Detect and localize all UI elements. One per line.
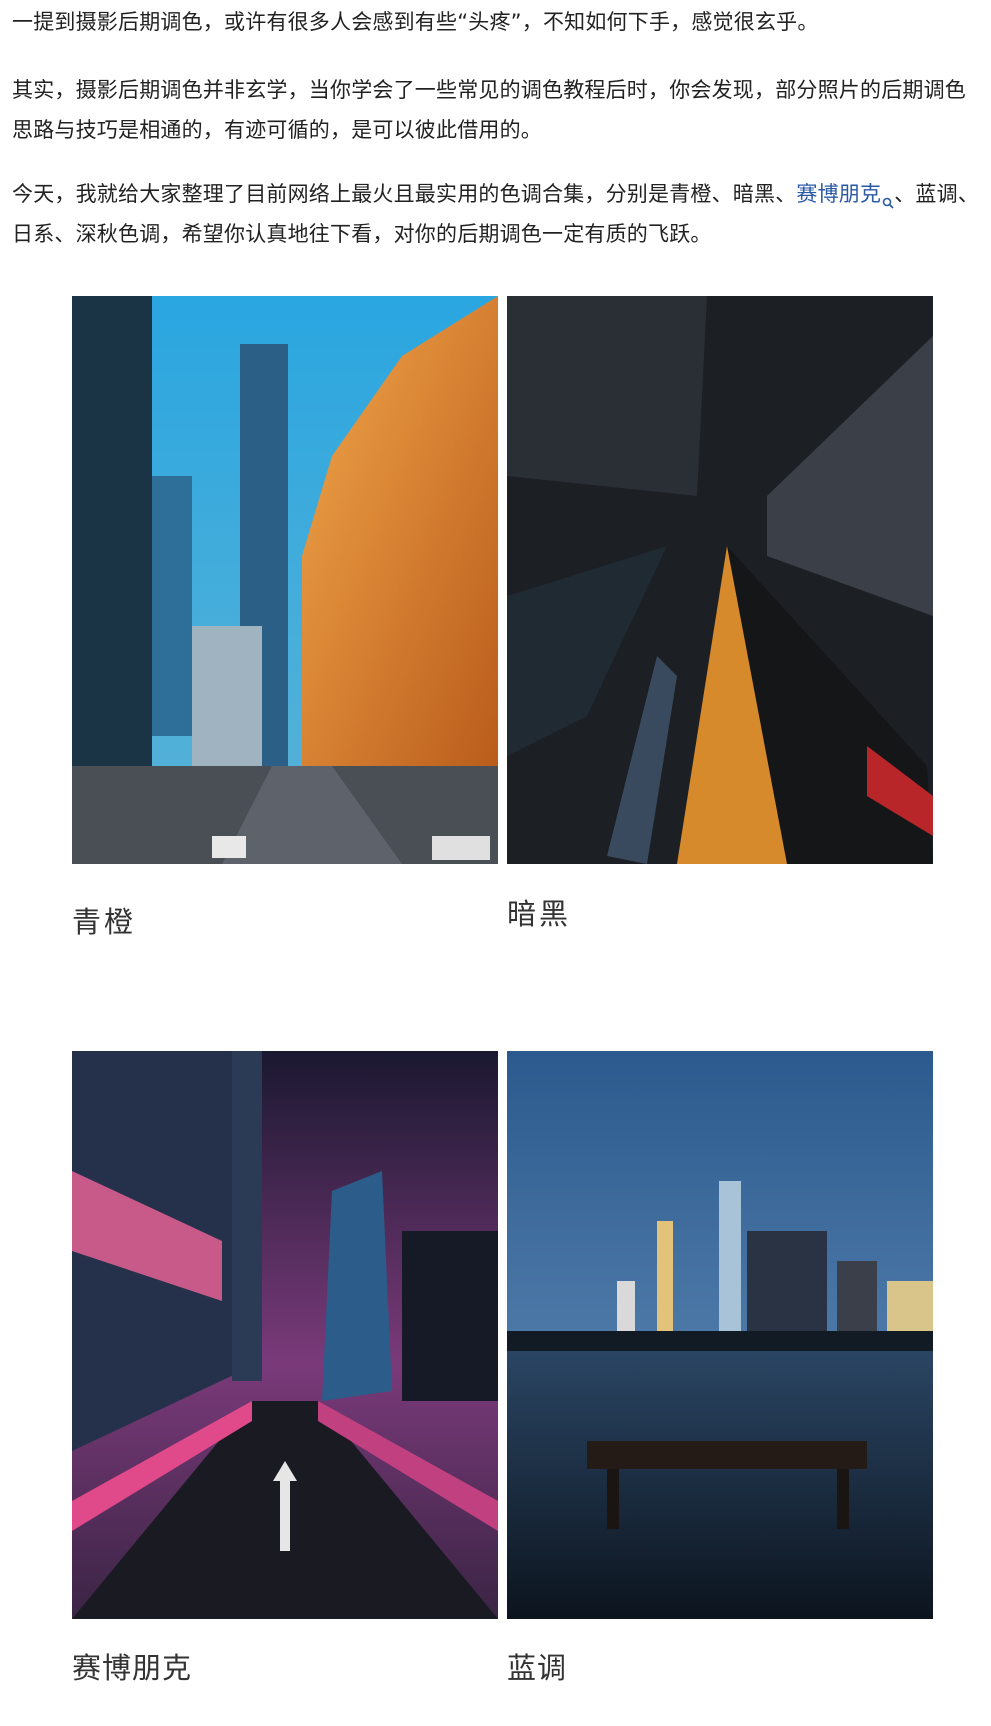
caption-teal-orange: 青橙 — [72, 905, 137, 939]
blue-hour-skyline-photo — [507, 1051, 933, 1619]
dark-skyscrapers-photo — [507, 296, 933, 864]
third-paragraph: 今天，我就给大家整理了目前网络上最火且最实用的色调合集，分别是青橙、暗黑、赛博朋… — [12, 174, 980, 254]
cyberpunk-street-photo — [72, 1051, 498, 1619]
intro-paragraph: 一提到摄影后期调色，或许有很多人会感到有些“头疼”，不知如何下手，感觉很玄乎。 — [12, 10, 819, 34]
second-paragraph: 其实，摄影后期调色并非玄学，当你学会了一些常见的调色教程后时，你会发现，部分照片… — [12, 78, 966, 142]
article: 一提到摄影后期调色，或许有很多人会感到有些“头疼”，不知如何下手，感觉很玄乎。 … — [0, 0, 991, 1726]
caption-cyberpunk: 赛博朋克 — [72, 1651, 193, 1685]
caption-dark: 暗黑 — [507, 897, 572, 931]
third-paragraph-text-before: 今天，我就给大家整理了目前网络上最火且最实用的色调合集，分别是青橙、暗黑、 — [12, 182, 797, 206]
cyberpunk-link[interactable]: 赛博朋克 — [796, 182, 881, 206]
teal-orange-city-photo — [72, 296, 498, 864]
search-icon[interactable] — [882, 182, 894, 209]
caption-blue-tone: 蓝调 — [507, 1651, 568, 1685]
